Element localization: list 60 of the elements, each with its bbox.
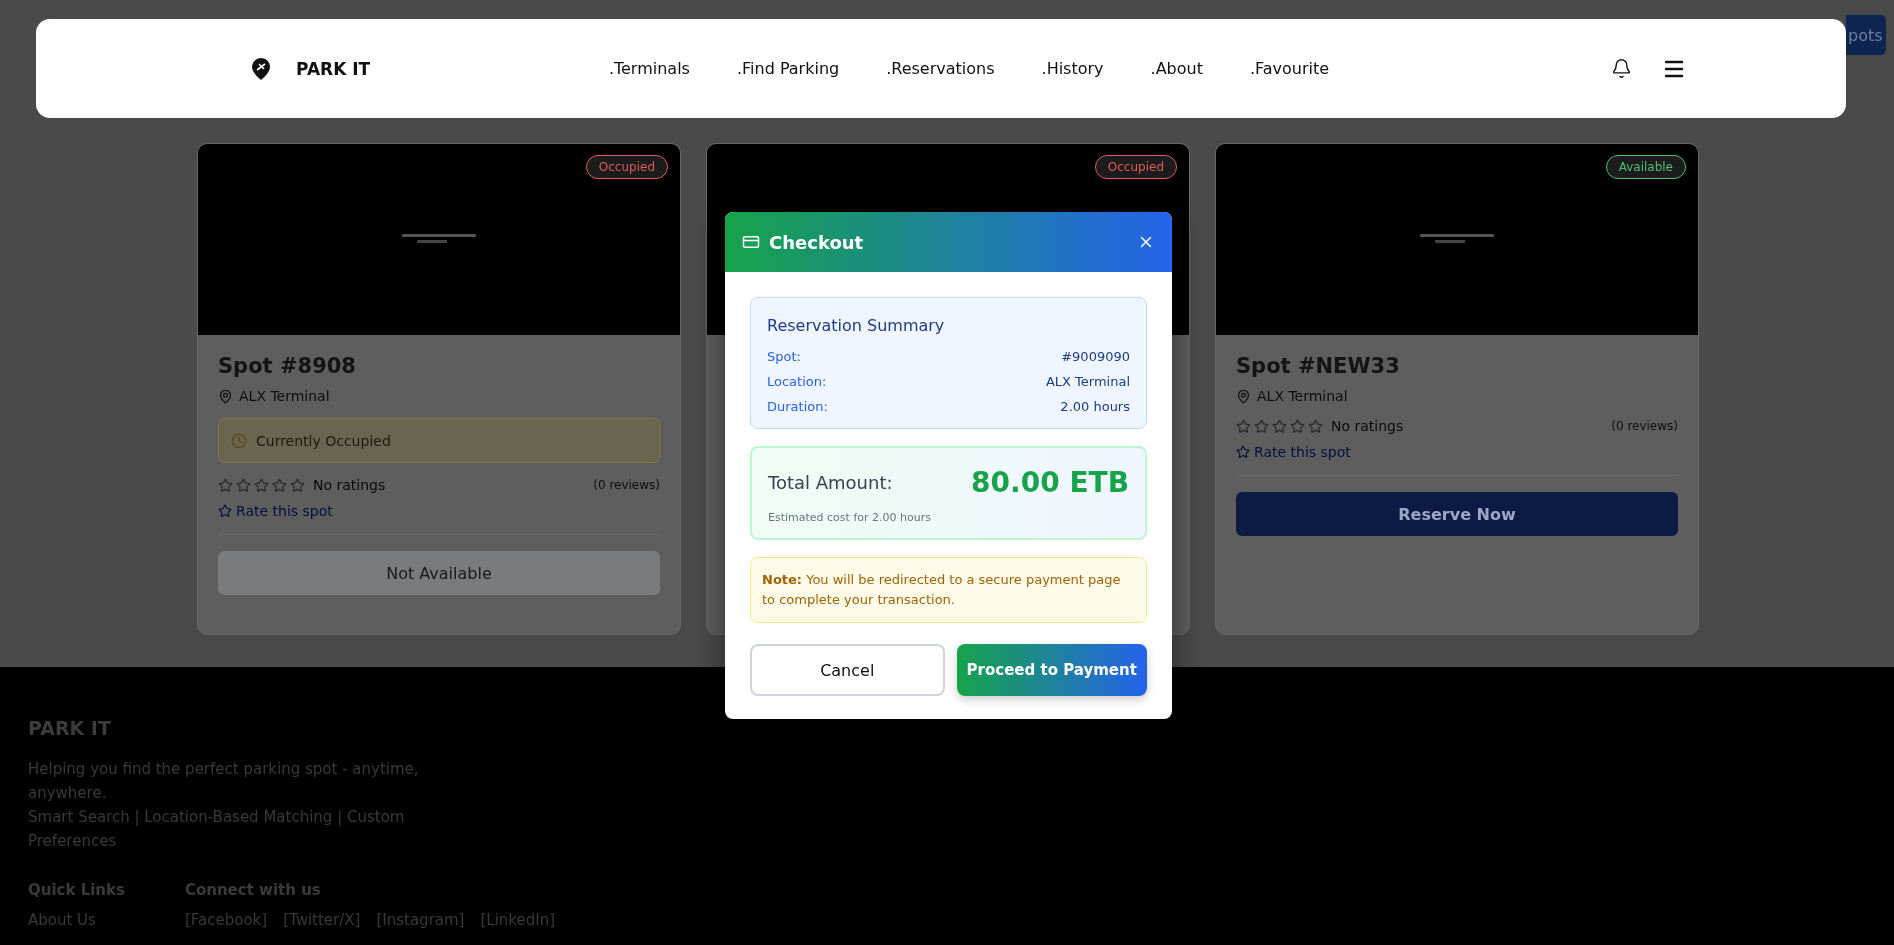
empty-star-icon: [272, 477, 287, 493]
nav-link[interactable]: .History: [1041, 59, 1104, 78]
empty-star-icon: [290, 477, 305, 493]
nav-link[interactable]: .Terminals: [608, 59, 690, 78]
status-badge: Occupied: [585, 155, 668, 179]
review-count: (0 reviews): [1611, 419, 1678, 433]
summary-value: #9009090: [1061, 349, 1130, 364]
spot-title: Spot #NEW33: [1236, 354, 1401, 378]
summary-label: Location:: [767, 374, 827, 389]
empty-star-icon: [1254, 418, 1269, 434]
cancel-button[interactable]: Cancel: [750, 644, 945, 696]
status-badge: Occupied: [1094, 155, 1177, 179]
summary-value: 2.00 hours: [1060, 399, 1130, 414]
total-amount: 80.00 ETB: [971, 466, 1129, 499]
spot-location: ALX Terminal: [1257, 388, 1348, 404]
summary-label: Spot:: [767, 349, 801, 364]
rate-link[interactable]: Rate this spot: [218, 503, 660, 519]
footer-heading: Connect with us: [184, 881, 322, 899]
rating-text: No ratings: [1331, 418, 1404, 434]
summary-label: Duration:: [767, 399, 828, 414]
nav-link[interactable]: .Reservations: [886, 59, 995, 78]
rating-text: No ratings: [313, 477, 386, 493]
empty-star-icon: [1308, 418, 1323, 434]
notification-bell-icon[interactable]: [1611, 58, 1632, 79]
footer-features: Smart Search | Location-Based Matching | Custom Preferences: [28, 807, 406, 852]
rate-link[interactable]: Rate this spot: [1236, 444, 1678, 460]
location-pin-icon: [218, 388, 233, 404]
spot-title: Spot #8908: [218, 354, 357, 378]
footer-brand: PARK IT: [28, 717, 112, 739]
total-label: Total Amount:: [768, 472, 893, 493]
payment-note: Note: You will be redirected to a secure payment page to complete your transaction.: [750, 557, 1147, 623]
status-badge: Available: [1605, 155, 1686, 179]
brand-name: PARK IT: [296, 58, 371, 79]
proceed-button[interactable]: Proceed to Payment: [956, 644, 1147, 696]
credit-card-icon: [742, 233, 760, 251]
nav-link[interactable]: .Favourite: [1249, 59, 1330, 78]
empty-star-icon: [254, 477, 269, 493]
summary-value: ALX Terminal: [1045, 374, 1130, 389]
footer-description: Helping you find the perfect parking spot - anytime, anywhere.: [28, 759, 420, 804]
notice-text: Currently Occupied: [256, 432, 391, 449]
dialog-title: Checkout: [769, 231, 864, 253]
empty-star-icon: [218, 477, 233, 493]
estimate-note: Estimated cost for 2.00 hours: [768, 511, 932, 524]
footer-heading: Quick Links: [28, 881, 125, 899]
logo-icon: [252, 57, 270, 80]
reserve-button[interactable]: Reserve Now: [1236, 492, 1678, 536]
star-outline-icon: [1236, 445, 1250, 459]
review-count: (0 reviews): [593, 478, 660, 492]
empty-star-icon: [1236, 418, 1251, 434]
summary-title: Reservation Summary: [767, 316, 946, 335]
star-outline-icon: [218, 504, 232, 518]
location-pin-icon: [1236, 388, 1251, 404]
empty-star-icon: [1290, 418, 1305, 434]
spots-button[interactable]: pots: [1846, 15, 1886, 55]
empty-star-icon: [1272, 418, 1287, 434]
spot-location: ALX Terminal: [239, 388, 330, 404]
clock-icon: [231, 432, 247, 449]
nav-link[interactable]: .About: [1150, 59, 1203, 78]
empty-star-icon: [236, 477, 251, 493]
nav-link[interactable]: .Find Parking: [736, 59, 840, 78]
